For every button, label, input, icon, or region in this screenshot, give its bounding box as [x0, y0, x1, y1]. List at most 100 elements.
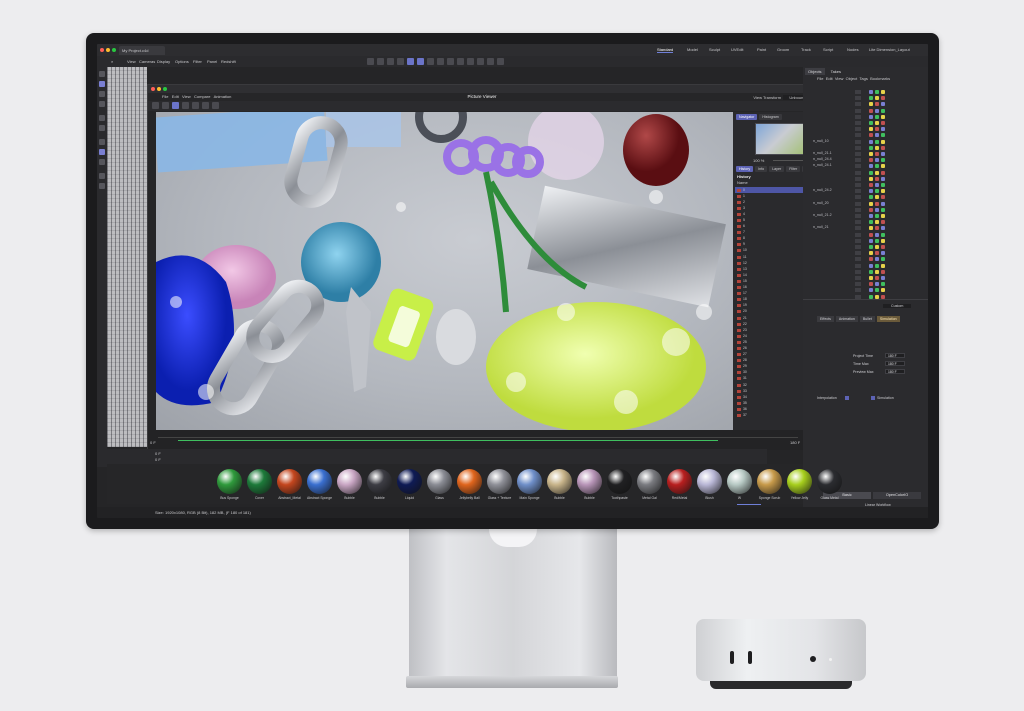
- tag-icon[interactable]: [881, 276, 885, 280]
- visibility-toggle[interactable]: [855, 170, 861, 175]
- pv-alpha-icon[interactable]: [212, 102, 219, 109]
- field-preview-max[interactable]: 180 F: [885, 369, 905, 374]
- tag-icon[interactable]: [869, 145, 873, 150]
- tag-icon[interactable]: [875, 282, 879, 287]
- tag-icon[interactable]: [875, 238, 879, 243]
- tab-takes[interactable]: Takes: [828, 68, 844, 75]
- search-icon[interactable]: ⌕: [111, 59, 113, 64]
- workspace-tab-standard[interactable]: Standard: [657, 47, 674, 53]
- workspace-tab-groom[interactable]: Groom: [777, 47, 789, 52]
- scale-tool-icon[interactable]: [99, 101, 105, 107]
- tag-icon[interactable]: [881, 139, 885, 144]
- tag-icon[interactable]: [869, 96, 873, 101]
- tag-icon[interactable]: [869, 170, 873, 175]
- visibility-toggle[interactable]: [855, 288, 861, 293]
- material-item[interactable]: Main Sponge: [515, 469, 544, 502]
- material-item[interactable]: Jellybelly Ball: [455, 469, 484, 502]
- check-simulation[interactable]: [871, 396, 875, 400]
- field-time-max[interactable]: 180 F: [885, 361, 905, 366]
- tag-icon[interactable]: [875, 201, 879, 206]
- tag-icon[interactable]: [875, 214, 879, 218]
- visibility-toggle[interactable]: [855, 176, 861, 181]
- tag-icon[interactable]: [881, 220, 885, 225]
- pv-menu-file[interactable]: File: [162, 94, 168, 99]
- point-tool-icon[interactable]: [99, 139, 105, 145]
- material-item[interactable]: Abstract Sponge: [305, 469, 334, 502]
- pv-stop-icon[interactable]: [152, 102, 159, 109]
- tag-icon[interactable]: [881, 263, 885, 268]
- knife-tool-icon[interactable]: [99, 173, 105, 179]
- polygon-tool-icon[interactable]: [99, 115, 105, 121]
- material-item[interactable]: Abstract_Metal: [275, 469, 304, 502]
- coord-row-1[interactable]: 0 F: [155, 451, 161, 456]
- tag-icon[interactable]: [881, 257, 885, 262]
- material-item[interactable]: Sponge Scrub: [755, 469, 784, 502]
- tag-icon[interactable]: [869, 220, 873, 225]
- menu-redshift[interactable]: Redshift: [221, 59, 236, 64]
- render-icon[interactable]: [417, 58, 424, 65]
- visibility-toggle[interactable]: [855, 220, 861, 225]
- camera-icon[interactable]: [487, 58, 494, 65]
- frame-ruler[interactable]: [158, 433, 798, 438]
- tag-icon[interactable]: [875, 152, 879, 156]
- tag-icon[interactable]: [869, 288, 873, 293]
- tag-icon[interactable]: [875, 127, 879, 132]
- snap-tool-icon[interactable]: [99, 149, 105, 155]
- workspace-tab-paint[interactable]: Paint: [757, 47, 766, 52]
- field-project-time[interactable]: 180 F: [885, 353, 905, 358]
- tag-icon[interactable]: [881, 164, 885, 169]
- tag-icon[interactable]: [875, 164, 879, 169]
- select-tool-icon[interactable]: [99, 71, 105, 77]
- tag-icon[interactable]: [875, 183, 879, 187]
- render-settings-icon[interactable]: [427, 58, 434, 65]
- render-view-icon[interactable]: [407, 58, 414, 65]
- tag-icon[interactable]: [869, 183, 873, 187]
- om-menu-edit[interactable]: Edit: [826, 76, 833, 81]
- material-item[interactable]: Blush: [695, 469, 724, 502]
- tab-objects[interactable]: Objects: [805, 68, 825, 75]
- visibility-toggle[interactable]: [855, 294, 861, 299]
- material-item[interactable]: Glass: [425, 469, 454, 502]
- tag-icon[interactable]: [869, 201, 873, 206]
- material-item[interactable]: Bubble: [545, 469, 574, 502]
- tab-navigator[interactable]: Navigator: [736, 114, 758, 120]
- visibility-toggle[interactable]: [855, 164, 861, 169]
- tag-icon[interactable]: [875, 232, 879, 237]
- tag-icon[interactable]: [881, 183, 885, 187]
- tag-icon[interactable]: [881, 121, 885, 125]
- tag-icon[interactable]: [881, 114, 885, 119]
- visibility-toggle[interactable]: [855, 121, 861, 125]
- tag-icon[interactable]: [881, 145, 885, 150]
- visibility-toggle[interactable]: [855, 145, 861, 150]
- material-item[interactable]: W: [725, 469, 754, 502]
- material-item[interactable]: Liquid: [395, 469, 424, 502]
- tag-icon[interactable]: [875, 139, 879, 144]
- tab-layer[interactable]: Layer: [769, 166, 785, 172]
- material-item[interactable]: Bus Sponge: [215, 469, 244, 502]
- pv-menu-view[interactable]: View: [182, 94, 191, 99]
- workspace-tab-nodes[interactable]: Nodes: [847, 47, 859, 52]
- tag-icon[interactable]: [881, 133, 885, 138]
- tag-icon[interactable]: [869, 139, 873, 144]
- tag-icon[interactable]: [869, 214, 873, 218]
- tag-icon[interactable]: [869, 90, 873, 94]
- tag-icon[interactable]: [869, 263, 873, 268]
- tag-icon[interactable]: [875, 251, 879, 256]
- tag-icon[interactable]: [869, 238, 873, 243]
- menu-display[interactable]: Display: [157, 59, 170, 64]
- tag-icon[interactable]: [875, 133, 879, 138]
- visibility-toggle[interactable]: [855, 108, 861, 113]
- tag-icon[interactable]: [875, 276, 879, 280]
- material-item[interactable]: Bubble: [365, 469, 394, 502]
- tag-icon[interactable]: [869, 189, 873, 194]
- om-menu-bookmarks[interactable]: Bookmarks: [870, 76, 890, 81]
- tag-icon[interactable]: [869, 108, 873, 113]
- document-tab[interactable]: My Project.c4d: [119, 46, 165, 55]
- menu-panel[interactable]: Panel: [207, 59, 217, 64]
- tag-icon[interactable]: [881, 158, 885, 163]
- tag-icon[interactable]: [875, 294, 879, 299]
- generator-icon[interactable]: [457, 58, 464, 65]
- material-item[interactable]: Cover: [245, 469, 274, 502]
- visibility-toggle[interactable]: [855, 102, 861, 107]
- tag-icon[interactable]: [881, 251, 885, 256]
